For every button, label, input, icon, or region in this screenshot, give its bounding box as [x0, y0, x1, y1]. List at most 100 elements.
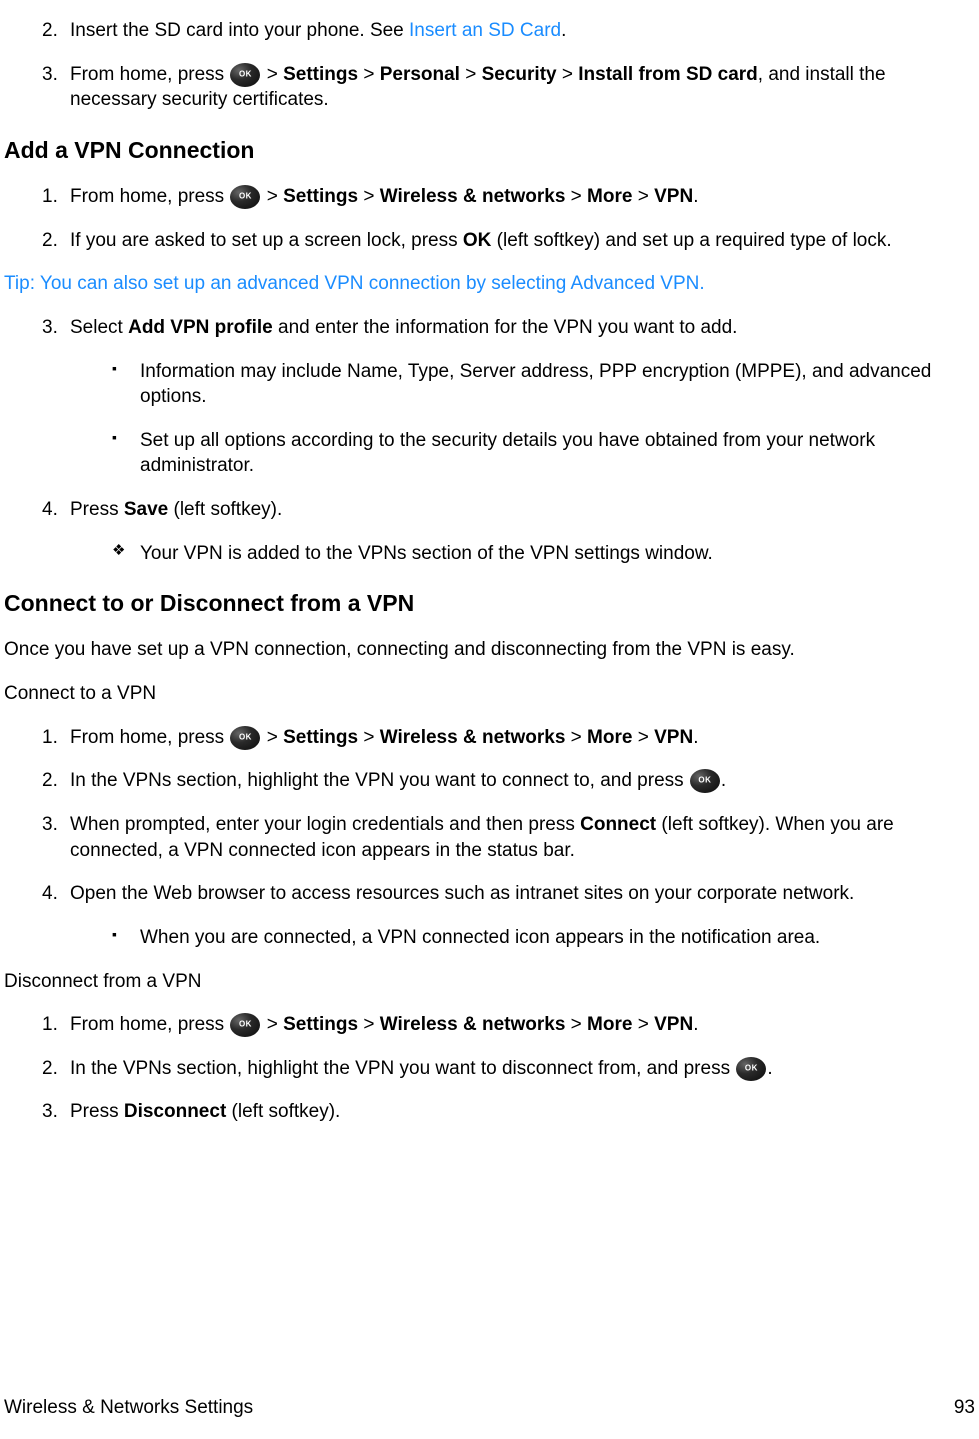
text: > [460, 64, 482, 85]
text: (left softkey). [226, 1101, 340, 1122]
path-wireless: Wireless & networks [380, 1014, 566, 1035]
sublist-item: Information may include Name, Type, Serv… [112, 359, 975, 410]
list-number: 1. [42, 725, 58, 751]
list-add-vpn-b: 3. Select Add VPN profile and enter the … [4, 315, 975, 566]
text: (left softkey) and set up a required typ… [491, 230, 891, 251]
list-item: 3. From home, press > Settings > Persona… [44, 62, 975, 113]
path-settings: Settings [283, 186, 358, 207]
list-number: 4. [42, 881, 58, 907]
text: > [358, 186, 380, 207]
list-item: 3. Press Disconnect (left softkey). [44, 1099, 975, 1125]
list-item: 2. If you are asked to set up a screen l… [44, 228, 975, 254]
ok-button-icon [230, 185, 260, 209]
list-item: 1. From home, press > Settings > Wireles… [44, 725, 975, 751]
list-item: 2. Insert the SD card into your phone. S… [44, 18, 975, 44]
path-settings: Settings [283, 1014, 358, 1035]
path-more: More [587, 186, 632, 207]
list-add-vpn-a: 1. From home, press > Settings > Wireles… [4, 184, 975, 253]
list-disconnect-vpn: 1. From home, press > Settings > Wireles… [4, 1012, 975, 1125]
text: > [261, 186, 283, 207]
text: and enter the information for the VPN yo… [273, 317, 738, 338]
list-number: 1. [42, 184, 58, 210]
tip-note: Tip: You can also set up an advanced VPN… [4, 271, 975, 297]
link-insert-sd-card[interactable]: Insert an SD Card [409, 20, 561, 41]
list-item: 4. Open the Web browser to access resour… [44, 881, 975, 950]
text: From home, press [70, 64, 229, 85]
heading-connect-disconnect: Connect to or Disconnect from a VPN [4, 588, 975, 619]
list-item: 3. Select Add VPN profile and enter the … [44, 315, 975, 479]
page-content: 2. Insert the SD card into your phone. S… [0, 18, 979, 1125]
text: Insert the SD card into your phone. See [70, 20, 409, 41]
bold-disconnect: Disconnect [124, 1101, 226, 1122]
ok-button-icon [690, 769, 720, 793]
subheading-connect: Connect to a VPN [4, 681, 975, 707]
list-number: 4. [42, 497, 58, 523]
text: . [721, 770, 726, 791]
text: > [632, 186, 654, 207]
list-number: 3. [42, 1099, 58, 1125]
list-number: 1. [42, 1012, 58, 1038]
path-wireless: Wireless & networks [380, 727, 566, 748]
bold-ok: OK [463, 230, 492, 251]
path-vpn: VPN [654, 1014, 693, 1035]
list-item: 2. In the VPNs section, highlight the VP… [44, 1056, 975, 1082]
bold-add-vpn-profile: Add VPN profile [128, 317, 273, 338]
text: . [767, 1058, 772, 1079]
path-settings: Settings [283, 64, 358, 85]
sublist: Your VPN is added to the VPNs section of… [70, 541, 975, 567]
path-vpn: VPN [654, 186, 693, 207]
path-settings: Settings [283, 727, 358, 748]
text: > [358, 1014, 380, 1035]
path-personal: Personal [380, 64, 460, 85]
list-connect-vpn: 1. From home, press > Settings > Wireles… [4, 725, 975, 951]
heading-add-vpn: Add a VPN Connection [4, 135, 975, 166]
text: If you are asked to set up a screen lock… [70, 230, 463, 251]
subheading-disconnect: Disconnect from a VPN [4, 969, 975, 995]
list-number: 3. [42, 812, 58, 838]
text: From home, press [70, 1014, 229, 1035]
list-item: 3. When prompted, enter your login crede… [44, 812, 975, 863]
text: In the VPNs section, highlight the VPN y… [70, 770, 689, 791]
text: > [358, 64, 380, 85]
text: > [358, 727, 380, 748]
text: (left softkey). [168, 499, 282, 520]
sublist-item: Your VPN is added to the VPNs section of… [112, 541, 975, 567]
ok-button-icon [736, 1057, 766, 1081]
list-item: 1. From home, press > Settings > Wireles… [44, 1012, 975, 1038]
tip-label: Tip [4, 273, 30, 294]
list-number: 2. [42, 1056, 58, 1082]
path-vpn: VPN [654, 727, 693, 748]
sublist-item: When you are connected, a VPN connected … [112, 925, 975, 951]
list-number: 2. [42, 228, 58, 254]
text: > [261, 1014, 283, 1035]
text: . [693, 727, 698, 748]
footer-section-title: Wireless & Networks Settings [4, 1395, 253, 1421]
list-item: 2. In the VPNs section, highlight the VP… [44, 768, 975, 794]
text: From home, press [70, 186, 229, 207]
ok-button-icon [230, 1013, 260, 1037]
text: When prompted, enter your login credenti… [70, 814, 580, 835]
text: > [632, 727, 654, 748]
bold-save: Save [124, 499, 168, 520]
list-number: 3. [42, 315, 58, 341]
text: Press [70, 499, 124, 520]
sublist-item: Set up all options according to the secu… [112, 428, 975, 479]
ok-button-icon [230, 63, 260, 87]
path-security: Security [482, 64, 557, 85]
path-more: More [587, 727, 632, 748]
tip-text: : You can also set up an advanced VPN co… [30, 273, 705, 294]
list-item: 1. From home, press > Settings > Wireles… [44, 184, 975, 210]
text: > [261, 64, 283, 85]
intro-text: Once you have set up a VPN connection, c… [4, 637, 975, 663]
text: . [561, 20, 566, 41]
text: > [565, 186, 587, 207]
path-more: More [587, 1014, 632, 1035]
path-install-sd: Install from SD card [578, 64, 758, 85]
sublist: When you are connected, a VPN connected … [70, 925, 975, 951]
text: > [632, 1014, 654, 1035]
text: From home, press [70, 727, 229, 748]
list-number: 2. [42, 18, 58, 44]
path-wireless: Wireless & networks [380, 186, 566, 207]
list-number: 3. [42, 62, 58, 88]
bold-connect: Connect [580, 814, 656, 835]
